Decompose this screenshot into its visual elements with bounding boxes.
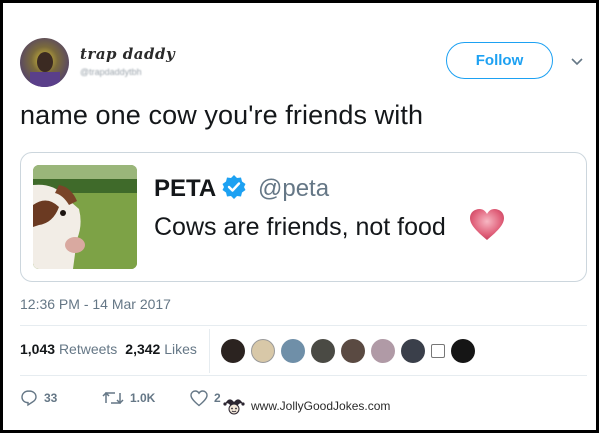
quoted-tweet[interactable]: PETA @peta Cows are friends, not food — [20, 152, 587, 282]
reply-icon — [21, 390, 37, 407]
chevron-down-icon[interactable] — [570, 55, 584, 69]
quoted-author-name[interactable]: PETA — [154, 175, 216, 203]
retweets-count: 1,043 — [20, 341, 56, 357]
retweets-label: Retweets — [58, 341, 118, 357]
watermark: www.JollyGoodJokes.com — [223, 396, 390, 416]
reply-action[interactable]: 33 — [20, 389, 102, 407]
liker-avatar[interactable] — [431, 344, 445, 358]
liker-avatar[interactable] — [311, 339, 335, 363]
avatar[interactable] — [20, 38, 69, 87]
tweet-actions: 33 1.0K 2 — [20, 389, 221, 407]
retweet-action[interactable]: 1.0K — [102, 389, 190, 407]
liker-avatar[interactable] — [451, 339, 475, 363]
quoted-tweet-text: Cows are friends, not food — [154, 213, 446, 241]
engagement-stats: 1,043 Retweets 2,342 Likes — [20, 341, 197, 357]
reply-count: 33 — [44, 391, 58, 405]
liker-avatar[interactable] — [371, 339, 395, 363]
likes-stat[interactable]: 2,342 Likes — [125, 341, 197, 357]
liker-avatar[interactable] — [281, 339, 305, 363]
follow-button[interactable]: Follow — [446, 42, 553, 79]
cow-photo — [33, 165, 137, 269]
watermark-text: www.JollyGoodJokes.com — [251, 399, 391, 413]
like-action[interactable]: 2 — [190, 389, 221, 407]
tweet-card: trap daddy @trapdaddytbh Follow name one… — [3, 3, 596, 430]
divider — [20, 325, 587, 326]
liker-avatar[interactable] — [251, 339, 275, 363]
retweets-stat[interactable]: 1,043 Retweets — [20, 341, 117, 357]
jester-logo-icon — [223, 399, 245, 415]
verified-badge-icon — [222, 175, 246, 199]
user-handle[interactable]: @trapdaddytbh — [80, 67, 142, 77]
quoted-author-handle[interactable]: @peta — [258, 175, 329, 203]
likers-avatars — [221, 339, 475, 363]
heart-emoji-icon — [470, 209, 504, 240]
display-name[interactable]: trap daddy — [80, 45, 175, 63]
likes-label: Likes — [164, 341, 197, 357]
liker-avatar[interactable] — [401, 339, 425, 363]
likes-count: 2,342 — [125, 341, 161, 357]
retweet-icon — [102, 391, 124, 405]
liker-avatar[interactable] — [341, 339, 365, 363]
tweet-timestamp[interactable]: 12:36 PM - 14 Mar 2017 — [20, 296, 171, 312]
heart-icon — [190, 389, 208, 406]
stats-separator — [209, 329, 210, 373]
like-count: 2 — [214, 391, 221, 405]
liker-avatar[interactable] — [221, 339, 245, 363]
tweet-text: name one cow you're friends with — [20, 100, 424, 130]
retweet-count: 1.0K — [130, 391, 156, 405]
divider — [20, 375, 587, 376]
